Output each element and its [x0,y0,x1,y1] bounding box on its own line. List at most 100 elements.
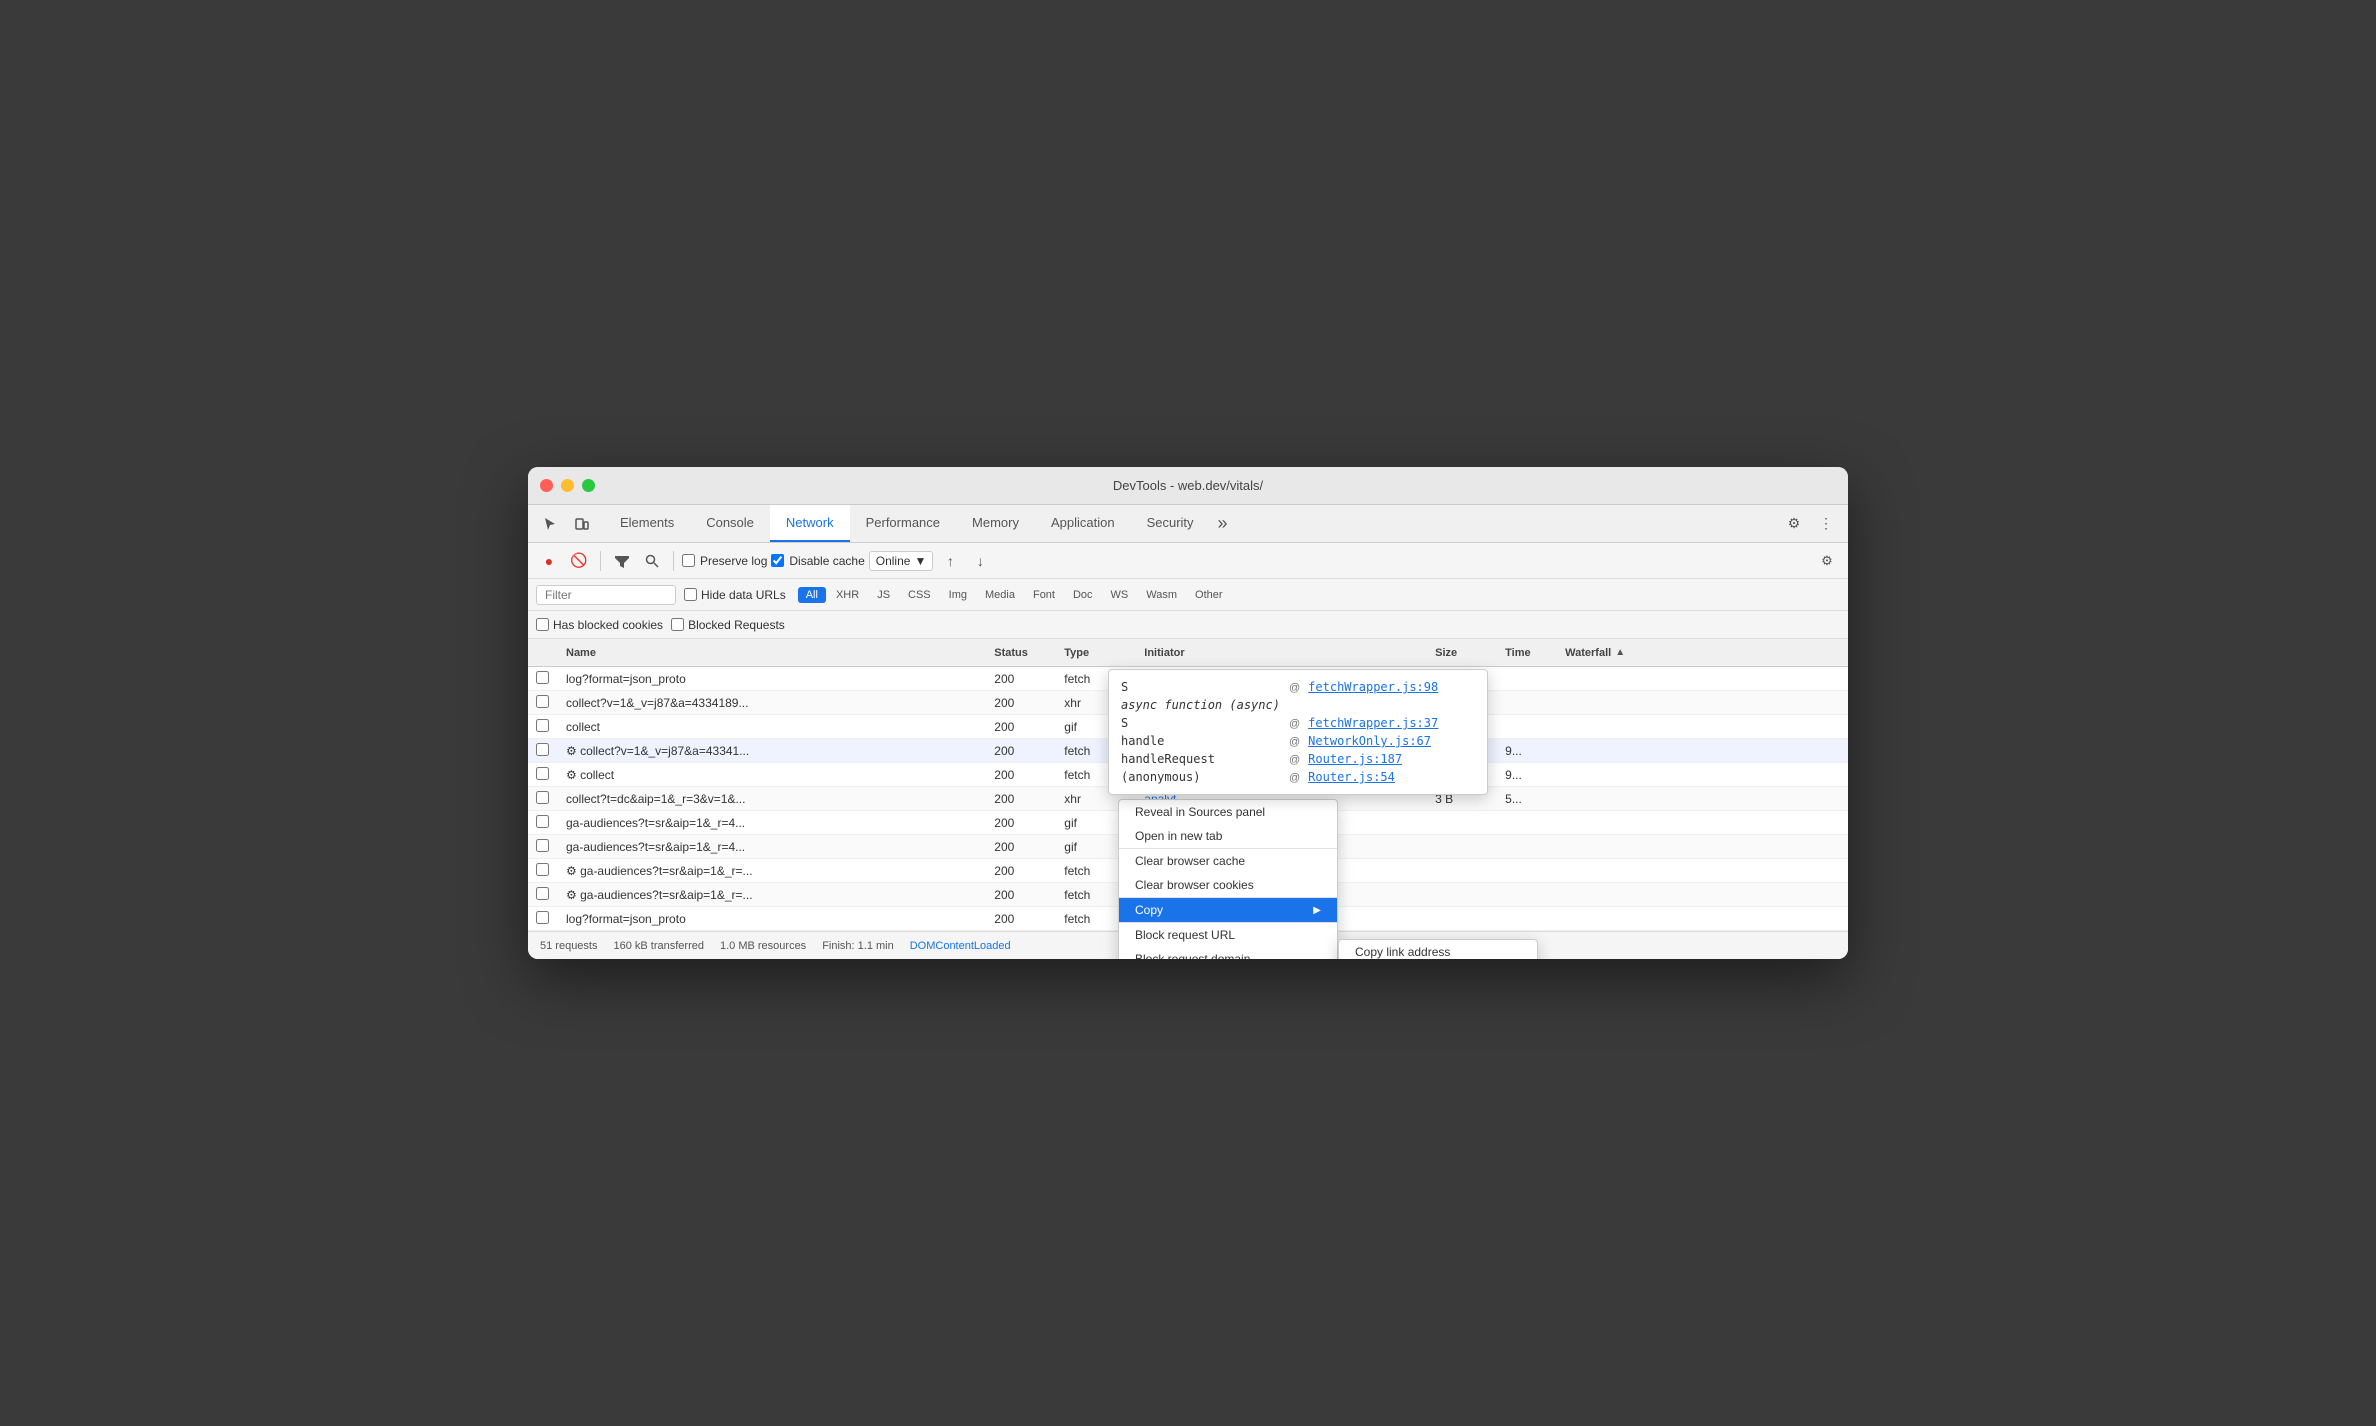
header-type[interactable]: Type [1056,647,1136,659]
preserve-log-checkbox[interactable]: Preserve log [682,554,767,568]
row-check[interactable] [528,719,558,735]
filter-bar: Hide data URLs All XHR JS CSS Img Media … [528,579,1848,611]
header-time[interactable]: Time [1497,647,1557,659]
row-check[interactable] [528,839,558,855]
device-icon[interactable] [568,510,596,538]
row-check[interactable] [528,911,558,927]
pill-all[interactable]: All [798,587,826,603]
network-settings-icon[interactable]: ⚙ [1814,548,1840,574]
cm-block-domain[interactable]: Block request domain [1119,947,1337,959]
cs-link[interactable]: Router.js:187 [1308,752,1402,766]
cm-clear-cache[interactable]: Clear browser cache [1119,848,1337,873]
pill-other[interactable]: Other [1187,587,1231,603]
more-options-icon[interactable]: ⋮ [1812,510,1840,538]
hide-data-urls-input[interactable] [684,588,697,601]
header-size[interactable]: Size [1427,647,1497,659]
row-check[interactable] [528,863,558,879]
header-waterfall[interactable]: Waterfall▲ [1557,647,1848,659]
preserve-log-input[interactable] [682,554,695,567]
cs-link[interactable]: fetchWrapper.js:37 [1308,716,1438,730]
cs-link[interactable]: fetchWrapper.js:98 [1308,680,1438,694]
blocked-requests-checkbox[interactable]: Blocked Requests [671,618,785,632]
tab-application[interactable]: Application [1035,505,1131,542]
tab-list: Elements Console Network Performance Mem… [604,505,1780,542]
row-status: 200 [986,768,1056,782]
cm-block-url[interactable]: Block request URL [1119,922,1337,947]
row-check[interactable] [528,767,558,783]
upload-icon[interactable]: ↑ [937,548,963,574]
blocked-cookies-bar: Has blocked cookies Blocked Requests [528,611,1848,639]
row-status: 200 [986,744,1056,758]
header-initiator[interactable]: Initiator [1136,647,1427,659]
clear-button[interactable]: 🚫 [566,548,592,574]
tab-performance[interactable]: Performance [850,505,956,542]
row-status: 200 [986,864,1056,878]
cs-row: handleRequest @ Router.js:187 [1121,750,1475,768]
cs-link[interactable]: Router.js:54 [1308,770,1395,784]
pill-img[interactable]: Img [941,587,975,603]
has-blocked-cookies-checkbox[interactable]: Has blocked cookies [536,618,663,632]
more-tabs-button[interactable]: » [1210,505,1236,542]
settings-icon[interactable]: ⚙ [1780,510,1808,538]
transferred-size: 160 kB transferred [613,940,704,952]
row-check[interactable] [528,695,558,711]
header-status[interactable]: Status [986,647,1056,659]
has-blocked-cookies-input[interactable] [536,618,549,631]
cs-row: S @ fetchWrapper.js:37 [1121,714,1475,732]
row-check[interactable] [528,791,558,807]
pill-xhr[interactable]: XHR [828,587,867,603]
cursor-icon[interactable] [536,510,564,538]
pill-js[interactable]: JS [869,587,898,603]
hide-data-urls-checkbox[interactable]: Hide data URLs [684,588,786,602]
maximize-button[interactable] [582,479,595,492]
cs-row: handle @ NetworkOnly.js:67 [1121,732,1475,750]
tab-security[interactable]: Security [1131,505,1210,542]
row-status: 200 [986,816,1056,830]
row-status: 200 [986,792,1056,806]
type-pills: All XHR JS CSS Img Media Font Doc WS Was… [798,587,1231,603]
tab-console[interactable]: Console [690,505,770,542]
pill-font[interactable]: Font [1025,587,1063,603]
pill-ws[interactable]: WS [1103,587,1137,603]
tab-network[interactable]: Network [770,505,850,542]
call-stack-popup: S @ fetchWrapper.js:98 async function (a… [1108,669,1488,795]
disable-cache-input[interactable] [771,554,784,567]
copy-submenu: Copy link address Copy response Copy sta… [1338,939,1538,959]
row-check[interactable] [528,887,558,903]
cm-reveal-sources[interactable]: Reveal in Sources panel [1119,800,1337,824]
minimize-button[interactable] [561,479,574,492]
row-check[interactable] [528,743,558,759]
pill-css[interactable]: CSS [900,587,939,603]
pill-wasm[interactable]: Wasm [1138,587,1185,603]
throttle-select[interactable]: Online ▼ [869,551,934,571]
row-check[interactable] [528,671,558,687]
sub-copy-link[interactable]: Copy link address [1339,940,1537,959]
pill-doc[interactable]: Doc [1065,587,1101,603]
search-icon[interactable] [639,548,665,574]
filter-input[interactable] [536,585,676,605]
cm-open-new-tab[interactable]: Open in new tab [1119,824,1337,848]
separator-1 [600,551,601,571]
tab-elements[interactable]: Elements [604,505,690,542]
row-name: collect?t=dc&aip=1&_r=3&v=1&... [558,792,986,806]
row-name: log?format=json_proto [558,672,986,686]
row-status: 200 [986,888,1056,902]
filter-icon[interactable] [609,548,635,574]
download-icon[interactable]: ↓ [967,548,993,574]
cs-link[interactable]: NetworkOnly.js:67 [1308,734,1431,748]
submenu-arrow-icon: ▶ [1313,905,1321,916]
chevron-down-icon: ▼ [914,554,926,568]
tab-memory[interactable]: Memory [956,505,1035,542]
disable-cache-checkbox[interactable]: Disable cache [771,554,864,568]
cm-copy[interactable]: Copy ▶ [1119,897,1337,922]
close-button[interactable] [540,479,553,492]
record-button[interactable]: ● [536,548,562,574]
resources-size: 1.0 MB resources [720,940,806,952]
cm-clear-cookies[interactable]: Clear browser cookies [1119,873,1337,897]
cs-func: handleRequest [1121,752,1281,766]
cs-func-async: async function (async) [1121,698,1281,712]
header-name[interactable]: Name [558,647,986,659]
blocked-requests-input[interactable] [671,618,684,631]
row-check[interactable] [528,815,558,831]
pill-media[interactable]: Media [977,587,1023,603]
